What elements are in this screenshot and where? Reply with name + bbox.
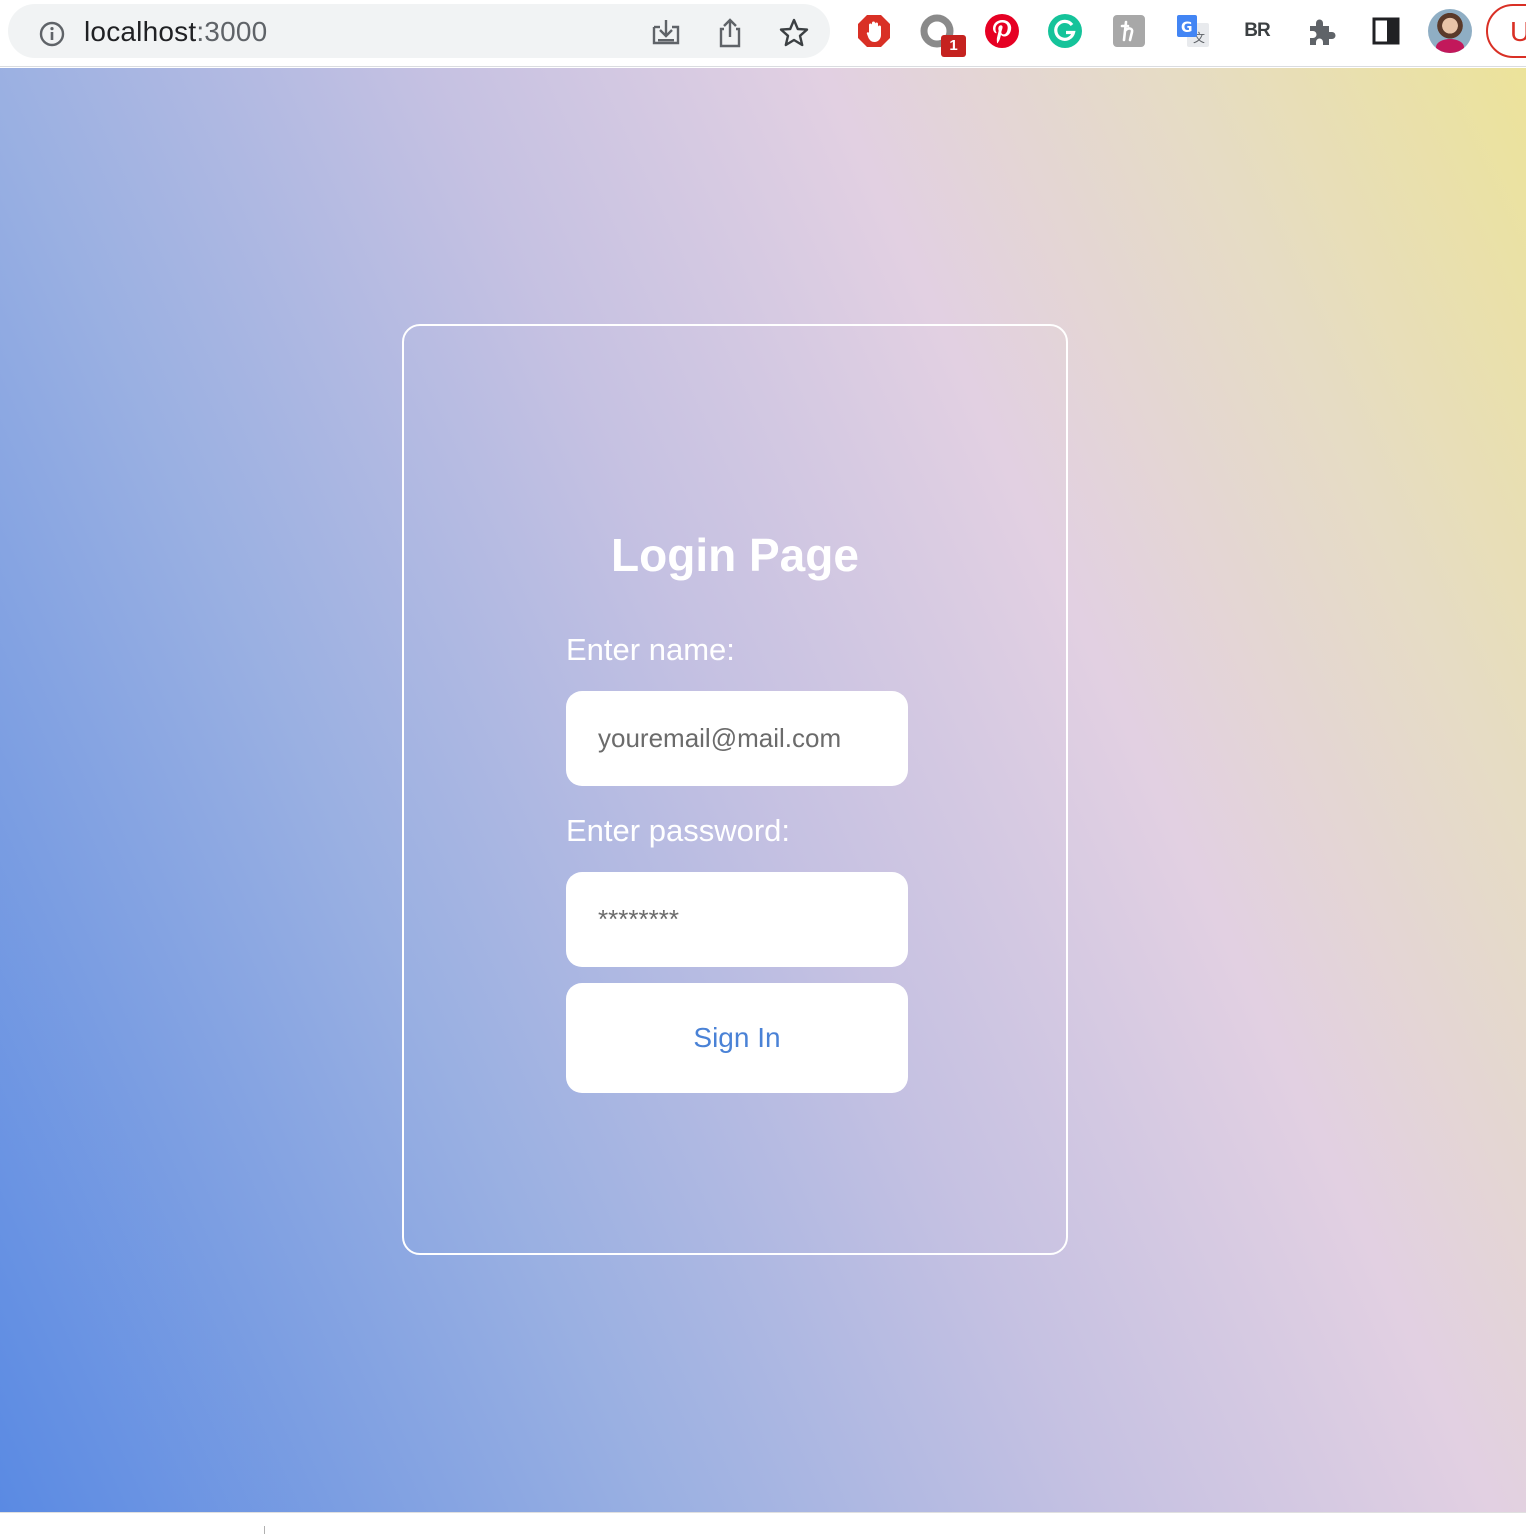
update-button[interactable]: U (1486, 4, 1526, 58)
bottom-bar (0, 1512, 1526, 1534)
br-extension-icon[interactable]: BR (1238, 12, 1276, 50)
sign-in-button[interactable]: Sign In (566, 983, 908, 1093)
login-card: Login Page Enter name: Enter password: S… (402, 324, 1068, 1255)
share-icon[interactable] (714, 17, 746, 49)
url-text[interactable]: localhost:3000 (84, 16, 267, 48)
browser-toolbar: localhost:3000 1 文 G BR U (0, 0, 1526, 67)
extensions-puzzle-icon[interactable] (1303, 12, 1341, 50)
address-bar[interactable]: localhost:3000 (8, 4, 830, 58)
info-icon[interactable] (38, 20, 66, 48)
password-input[interactable] (566, 872, 908, 967)
page-title: Login Page (611, 529, 859, 581)
grammarly-icon[interactable] (1046, 12, 1084, 50)
br-extension-label: BR (1244, 20, 1270, 41)
profile-avatar[interactable] (1428, 9, 1472, 53)
pinterest-icon[interactable] (983, 12, 1021, 50)
install-app-icon[interactable] (650, 17, 682, 49)
side-panel-icon[interactable] (1367, 12, 1405, 50)
url-port: :3000 (196, 16, 268, 47)
page-background: Login Page Enter name: Enter password: S… (0, 68, 1526, 1512)
url-host: localhost (84, 16, 197, 47)
name-label: Enter name: (566, 632, 735, 667)
svg-text:G: G (1181, 20, 1193, 36)
password-label: Enter password: (566, 813, 790, 848)
update-label: U (1510, 16, 1526, 47)
bookmark-star-icon[interactable] (778, 17, 810, 49)
extension-badge: 1 (941, 35, 966, 57)
google-translate-icon[interactable]: 文 G (1174, 12, 1212, 50)
name-input[interactable] (566, 691, 908, 786)
divider (264, 1526, 265, 1534)
honey-icon[interactable] (1110, 12, 1148, 50)
adblock-icon[interactable] (855, 12, 893, 50)
